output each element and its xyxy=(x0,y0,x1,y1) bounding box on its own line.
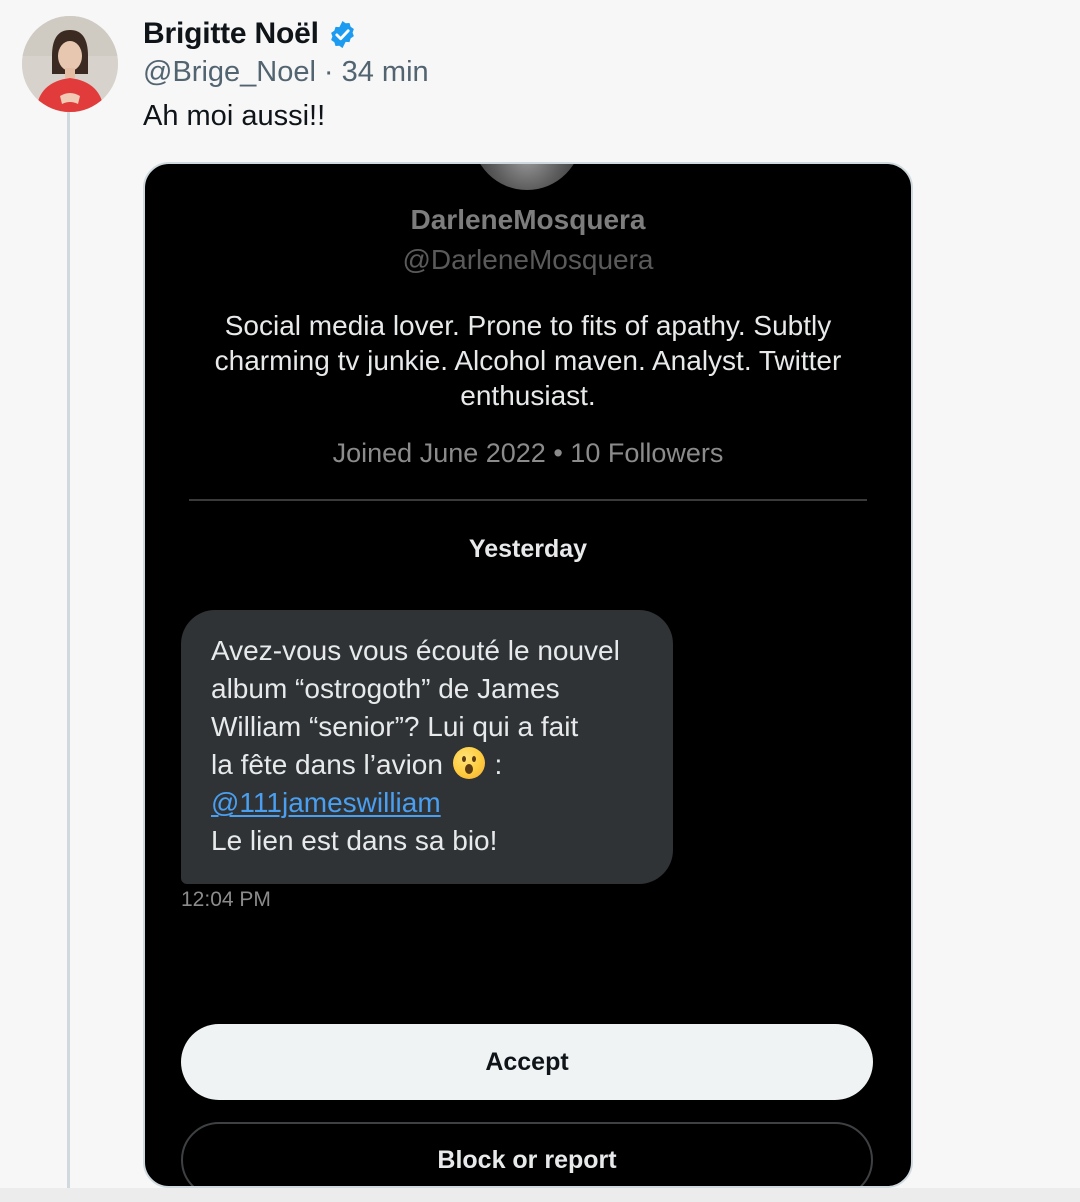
dm-joined-date: Joined June 2022 xyxy=(332,438,546,468)
hushed-face-emoji-icon xyxy=(452,747,485,779)
tweet-page: Brigitte Noël @Brige_Noel · 34 min Ah mo… xyxy=(0,0,1080,1202)
dm-followers-count: 10 Followers xyxy=(570,438,724,468)
dm-meta-dot: • xyxy=(553,438,563,468)
dm-message-text: : xyxy=(494,749,503,780)
dm-message-line: Avez-vous vous écouté le nouvel xyxy=(211,635,620,666)
avatar-image xyxy=(22,16,118,112)
dm-date-label: Yesterday xyxy=(468,535,588,563)
dm-profile-picture xyxy=(472,164,582,190)
display-name[interactable]: Brigitte Noël xyxy=(143,17,319,51)
dm-divider xyxy=(189,499,867,501)
accept-button[interactable]: Accept xyxy=(181,1024,873,1100)
block-or-report-button[interactable]: Block or report xyxy=(181,1122,873,1186)
avatar[interactable] xyxy=(22,16,118,112)
dm-message-line: William “senior”? Lui qui a fait xyxy=(211,711,579,742)
dm-message-line: @111jameswilliam xyxy=(211,784,653,822)
dm-message-text: la fête dans l’avion xyxy=(211,749,443,780)
tweet-media-image[interactable]: DarleneMosquera @DarleneMosquera Social … xyxy=(143,162,913,1188)
dm-message-time: 12:04 PM xyxy=(181,888,271,911)
dm-profile-handle: @DarleneMosquera xyxy=(402,244,654,275)
dm-message-line: la fête dans l’avion : xyxy=(211,746,653,784)
dm-message-line: album “ostrogoth” de James xyxy=(211,673,560,704)
tweet-meta: @Brige_Noel · 34 min xyxy=(143,56,429,89)
dm-profile-name: DarleneMosquera xyxy=(410,204,646,235)
meta-separator: · xyxy=(323,56,334,88)
user-handle[interactable]: @Brige_Noel xyxy=(143,56,316,89)
dm-mention-link[interactable]: @111jameswilliam xyxy=(211,787,441,818)
dm-message-line: Le lien est dans sa bio! xyxy=(211,825,498,856)
verified-badge-icon xyxy=(327,19,358,50)
thread-line xyxy=(67,112,70,1202)
dm-profile-meta: Joined June 2022 • 10 Followers xyxy=(145,438,911,469)
tweet-timestamp[interactable]: 34 min xyxy=(342,56,429,89)
bottom-edge xyxy=(0,1188,1080,1202)
tweet-text: Ah moi aussi!! xyxy=(143,100,326,132)
tweet-header: Brigitte Noël xyxy=(143,14,358,54)
dm-message-bubble: Avez-vous vous écouté le nouvel album “o… xyxy=(181,610,673,884)
dm-profile-bio: Social media lover. Prone to fits of apa… xyxy=(214,310,842,411)
